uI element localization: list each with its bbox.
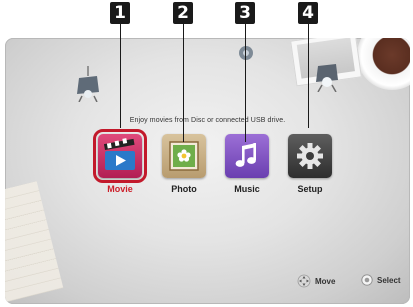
- callout-2: 2: [173, 2, 193, 24]
- menu-item-music[interactable]: Music: [223, 134, 271, 194]
- spotlight-icon: [239, 46, 253, 60]
- callout-1-leader: [120, 24, 121, 128]
- spotlight-icon: [77, 66, 99, 102]
- coffee-cup-decoration: [357, 38, 410, 90]
- menu-item-label: Music: [234, 184, 260, 194]
- enter-button-icon: [361, 274, 373, 286]
- gear-icon: [288, 134, 332, 178]
- spotlight-icon: [316, 64, 338, 92]
- menu-item-label: Setup: [297, 184, 323, 194]
- home-menu-screen: Enjoy movies from Disc or connected USB …: [5, 38, 410, 304]
- notepad-decoration: [5, 181, 64, 304]
- movie-clapper-icon: [93, 129, 147, 183]
- callout-3: 3: [235, 2, 255, 24]
- menu-item-photo[interactable]: Photo: [160, 134, 208, 194]
- callout-4: 4: [298, 2, 318, 24]
- menu-item-movie[interactable]: Movie: [93, 129, 147, 194]
- menu-item-label: Photo: [171, 184, 197, 194]
- move-hint: Move: [297, 274, 335, 288]
- callout-1: 1: [110, 2, 130, 24]
- photo-flower-icon: [162, 134, 206, 178]
- menu-item-label: Movie: [107, 184, 133, 194]
- menu-hint-text: Enjoy movies from Disc or connected USB …: [129, 117, 286, 124]
- dpad-arrows-icon: [297, 274, 311, 288]
- callout-2-leader: [183, 24, 184, 142]
- menu-item-setup[interactable]: Setup: [286, 134, 334, 194]
- music-note-icon: [225, 134, 269, 178]
- callout-4-leader: [308, 24, 309, 128]
- move-hint-label: Move: [315, 276, 336, 286]
- select-hint: Select: [361, 274, 401, 286]
- select-hint-label: Select: [377, 275, 401, 285]
- callout-3-leader: [245, 24, 246, 142]
